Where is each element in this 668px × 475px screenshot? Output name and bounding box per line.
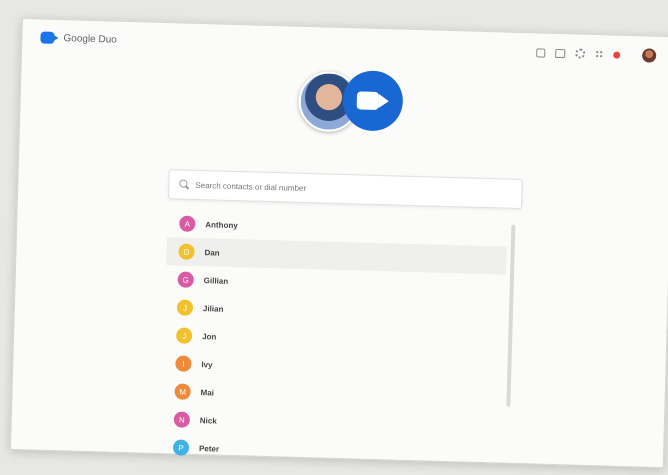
tv-icon[interactable] xyxy=(536,47,546,58)
contact-name: Mai xyxy=(200,387,215,398)
search-icon xyxy=(179,179,188,188)
notification-icon[interactable] xyxy=(613,51,621,59)
camera-body-icon xyxy=(356,91,380,110)
contact-avatar: A xyxy=(179,215,196,232)
duo-window: Google Duo AAnthonyDDanGGillianJJilianJJ… xyxy=(9,18,668,470)
contact-avatar: J xyxy=(175,327,193,344)
search-input[interactable] xyxy=(193,174,518,204)
contact-name: Nick xyxy=(199,415,217,426)
scrollbar[interactable] xyxy=(506,224,516,407)
contact-name: Gillian xyxy=(203,275,229,286)
contact-name: Peter xyxy=(198,443,220,454)
chat-icon[interactable] xyxy=(555,48,566,58)
contact-avatar: G xyxy=(177,271,194,288)
app-title: Google Duo xyxy=(63,32,117,46)
contact-avatar: N xyxy=(173,411,191,428)
settings-icon[interactable] xyxy=(575,48,586,59)
contact-name: Jon xyxy=(202,331,217,342)
contact-avatar: D xyxy=(178,243,195,260)
duo-camera-icon xyxy=(341,70,404,132)
contact-name: Jilian xyxy=(202,303,224,314)
search-bar[interactable] xyxy=(167,169,523,210)
contact-avatar: P xyxy=(172,439,190,456)
camera-lens-icon xyxy=(378,93,390,109)
hero-graphic xyxy=(297,69,412,133)
contact-name: Dan xyxy=(204,247,220,258)
app-logo[interactable]: Google Duo xyxy=(40,31,117,46)
top-actions xyxy=(536,45,657,63)
contact-name: Ivy xyxy=(201,359,213,369)
contact-avatar: J xyxy=(176,299,194,316)
apps-icon[interactable] xyxy=(595,50,604,59)
contact-name: Anthony xyxy=(205,219,238,230)
duo-logo-icon xyxy=(40,31,55,44)
contact-list: A Anthony D Dan G Gillian J Jilian J Jon I Ivy M Mai N… xyxy=(161,209,508,470)
contact-avatar: M xyxy=(174,383,191,400)
contact-avatar: I xyxy=(175,355,192,372)
account-avatar-icon[interactable] xyxy=(642,48,657,63)
top-bar: Google Duo xyxy=(22,19,668,77)
